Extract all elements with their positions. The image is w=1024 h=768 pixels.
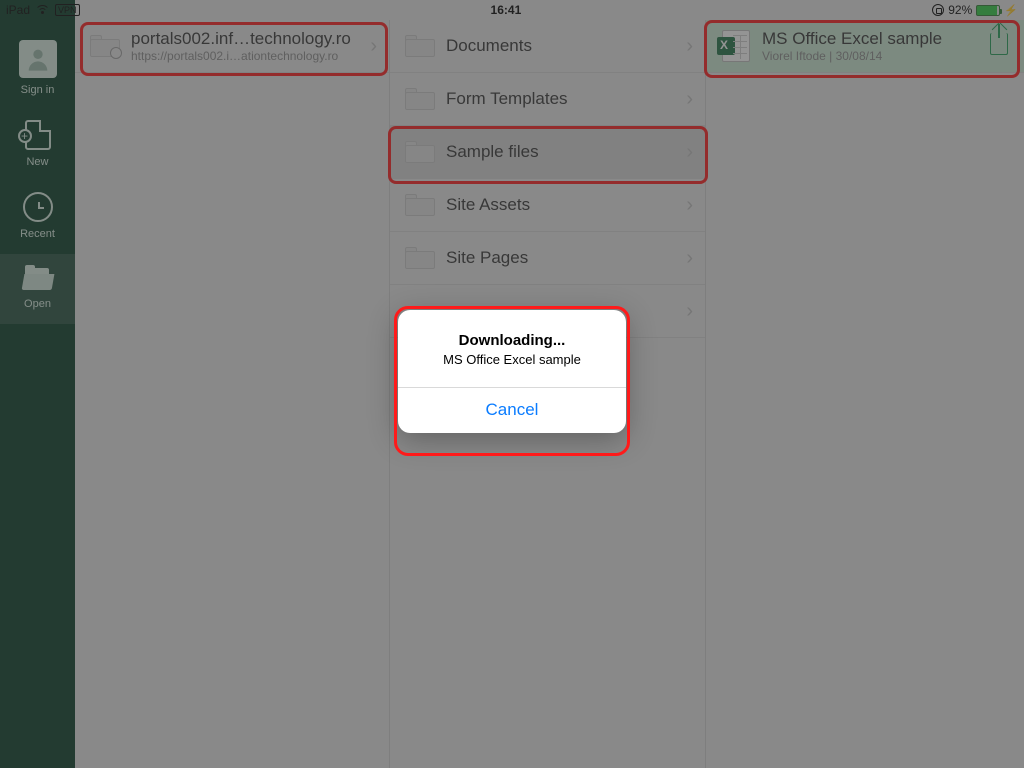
download-alert: Downloading... MS Office Excel sample Ca… (398, 310, 626, 433)
alert-cancel-button[interactable]: Cancel (398, 388, 626, 433)
alert-message: MS Office Excel sample (414, 352, 610, 367)
alert-title: Downloading... (414, 332, 610, 349)
